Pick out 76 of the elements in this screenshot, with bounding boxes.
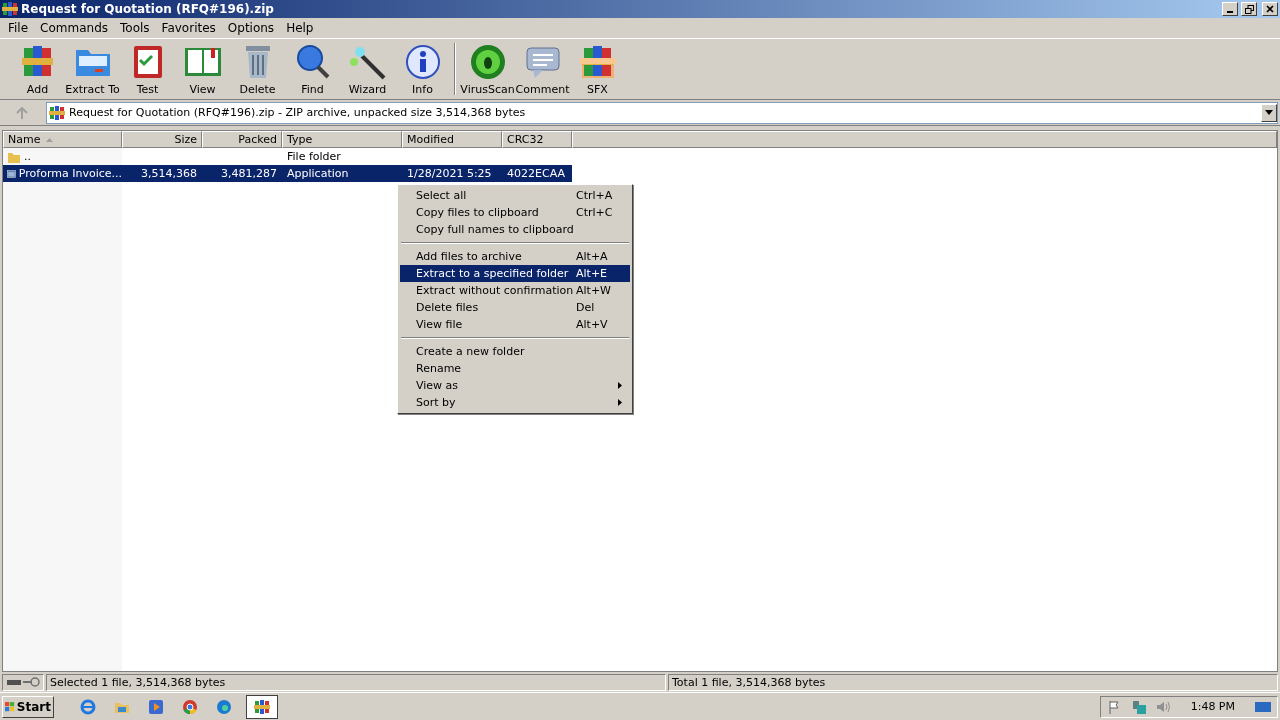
drive-icon xyxy=(6,678,22,686)
toolbar-button[interactable]: Test xyxy=(120,40,175,98)
toolbar-button[interactable]: View xyxy=(175,40,230,98)
context-menu-item[interactable]: Rename xyxy=(400,360,630,377)
close-button[interactable] xyxy=(1262,2,1278,16)
menu-item[interactable]: File xyxy=(2,21,35,35)
file-row[interactable]: .. File folder xyxy=(3,148,572,165)
sort-arrow-icon xyxy=(46,137,54,142)
submenu-arrow-icon xyxy=(618,382,622,389)
context-menu-item[interactable]: Extract without confirmation Alt+W xyxy=(400,282,630,299)
start-button[interactable]: Start xyxy=(2,695,54,718)
toolbar-button[interactable]: Add xyxy=(10,40,65,98)
toolbar-button[interactable]: Comment xyxy=(515,40,570,98)
context-menu-item[interactable]: Delete files Del xyxy=(400,299,630,316)
context-menu-item[interactable]: View file Alt+V xyxy=(400,316,630,333)
context-menu-item[interactable]: Copy files to clipboard Ctrl+C xyxy=(400,204,630,221)
archive-icon xyxy=(49,104,65,121)
toolbar-button[interactable]: Info xyxy=(395,40,450,98)
file-name: .. xyxy=(24,150,31,163)
column-header[interactable]: CRC32 xyxy=(502,131,572,148)
table-cell-text: 4022ECAA xyxy=(506,167,566,180)
toolbar-button[interactable]: Wizard xyxy=(340,40,395,98)
restore-button[interactable] xyxy=(1241,2,1257,16)
menu-item[interactable]: Help xyxy=(280,21,320,35)
app-icon xyxy=(2,1,18,17)
restore-icon xyxy=(1244,4,1254,14)
application-icon xyxy=(7,167,16,180)
menu-item[interactable]: Commands xyxy=(34,21,115,35)
menu-item[interactable]: Favorites xyxy=(155,21,222,35)
edge-icon xyxy=(216,698,232,715)
menu-item[interactable]: Tools xyxy=(114,21,156,35)
submenu-arrow-icon xyxy=(618,399,622,406)
browser-icon xyxy=(80,698,96,715)
context-menu-item[interactable]: Create a new folder xyxy=(400,343,630,360)
toolbar-button[interactable]: VirusScan xyxy=(460,40,515,98)
close-icon xyxy=(1266,5,1274,13)
context-menu-item[interactable]: Copy full names to clipboard xyxy=(400,221,630,238)
column-header[interactable]: Type xyxy=(282,131,402,148)
column-header[interactable]: Name xyxy=(3,131,122,148)
table-cell-text: 3,481,287 xyxy=(220,167,278,180)
table-cell-text: 1/28/2021 5:25 xyxy=(406,167,493,180)
status-text: Selected 1 file, 3,514,368 bytes xyxy=(46,673,666,691)
windows-logo-icon xyxy=(5,699,15,714)
table-cell-text: 3,514,368 xyxy=(140,167,198,180)
media-player-icon xyxy=(148,698,164,715)
context-menu-item[interactable]: Select all Ctrl+A xyxy=(400,187,630,204)
context-menu-item[interactable]: View as xyxy=(400,377,630,394)
key-icon xyxy=(22,677,40,687)
chrome-icon xyxy=(182,698,198,715)
column-header[interactable]: Size xyxy=(122,131,202,148)
status-text: Total 1 file, 3,514,368 bytes xyxy=(668,673,1278,691)
toolbar-button[interactable]: Extract To xyxy=(65,40,120,98)
toolbar-button[interactable]: Find xyxy=(285,40,340,98)
toolbar-button[interactable]: Delete xyxy=(230,40,285,98)
caret-icon xyxy=(1265,110,1273,115)
column-header[interactable]: Packed xyxy=(202,131,282,148)
menu-item[interactable]: Options xyxy=(221,21,281,35)
minimize-button[interactable] xyxy=(1222,2,1238,16)
window-title: Request for Quotation (RFQ#196).zip xyxy=(21,2,275,16)
column-header[interactable]: Modified xyxy=(402,131,502,148)
clock: 1:48 PM xyxy=(1190,700,1235,713)
file-name: Proforma Invoice... xyxy=(18,167,122,180)
taskbar-app-button[interactable] xyxy=(246,694,278,719)
dropdown-button[interactable] xyxy=(1261,103,1277,122)
table-cell-text: Application xyxy=(286,167,350,180)
context-menu-item[interactable]: Extract to a specified folder Alt+E xyxy=(400,265,630,282)
up-arrow-icon xyxy=(16,106,28,119)
toolbar-button[interactable]: SFX xyxy=(570,40,625,98)
table-cell-text: File folder xyxy=(286,150,342,163)
winrar-icon xyxy=(254,698,270,715)
context-menu-item[interactable]: Sort by xyxy=(400,394,630,411)
context-menu-item[interactable]: Add files to archive Alt+A xyxy=(400,248,630,265)
network-icon xyxy=(1130,698,1147,715)
file-row[interactable]: Proforma Invoice... 3,514,368 3,481,287 Application 1/28/2021 5:25 4022ECAA xyxy=(3,165,572,182)
address-field[interactable]: Request for Quotation (RFQ#196).zip - ZIP archive, unpacked size 3,514,368 bytes xyxy=(46,101,1278,124)
show-desktop-icon xyxy=(1255,699,1271,714)
